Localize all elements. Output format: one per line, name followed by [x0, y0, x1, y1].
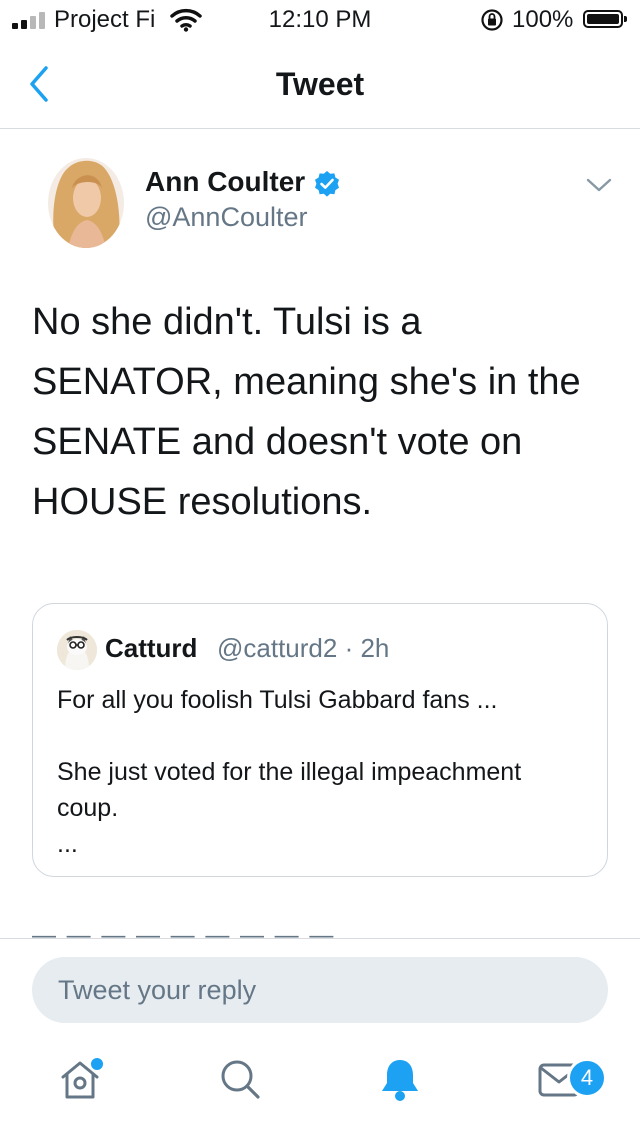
quoted-author-name: Catturd: [105, 633, 198, 663]
author-name[interactable]: Ann Coulter: [145, 166, 305, 198]
reply-bar: Tweet your reply: [0, 938, 640, 1137]
avatar-portrait: [48, 158, 124, 248]
author-handle[interactable]: @AnnCoulter: [145, 202, 308, 233]
tweet-text: No she didn't. Tulsi is a SENATOR, meani…: [32, 301, 581, 523]
reply-input[interactable]: Tweet your reply: [32, 957, 608, 1023]
quoted-author-handle: @catturd2: [217, 633, 338, 663]
verified-badge-icon: [315, 171, 339, 197]
quoted-tweet-card[interactable]: Catturd @catturd2 · 2h For all you fooli…: [32, 603, 608, 877]
chevron-down-icon: [586, 178, 612, 192]
new-tweets-dot: [89, 1056, 105, 1072]
tweet-options-button[interactable]: [584, 172, 614, 198]
cat-avatar: [57, 630, 97, 670]
tab-search[interactable]: [210, 1049, 270, 1109]
author-avatar[interactable]: [48, 158, 124, 248]
rotation-lock-icon: [481, 9, 503, 31]
battery-icon: [583, 10, 627, 28]
messages-badge: 4: [567, 1058, 607, 1098]
search-icon: [221, 1060, 260, 1099]
bell-icon: [382, 1060, 418, 1101]
page-title: Tweet: [275, 66, 365, 102]
tab-notifications[interactable]: [370, 1049, 430, 1109]
battery-percent: 100%: [512, 6, 574, 33]
quoted-author-avatar: [57, 630, 97, 670]
nav-bar: Tweet: [0, 40, 640, 129]
quoted-meta: @catturd2 · 2h: [217, 633, 390, 663]
quoted-tweet-text: For all you foolish Tulsi Gabbard fans .…: [57, 686, 522, 858]
quoted-tweet-age: 2h: [360, 633, 390, 663]
status-bar: Project Fi 12:10 PM 100%: [0, 0, 640, 40]
